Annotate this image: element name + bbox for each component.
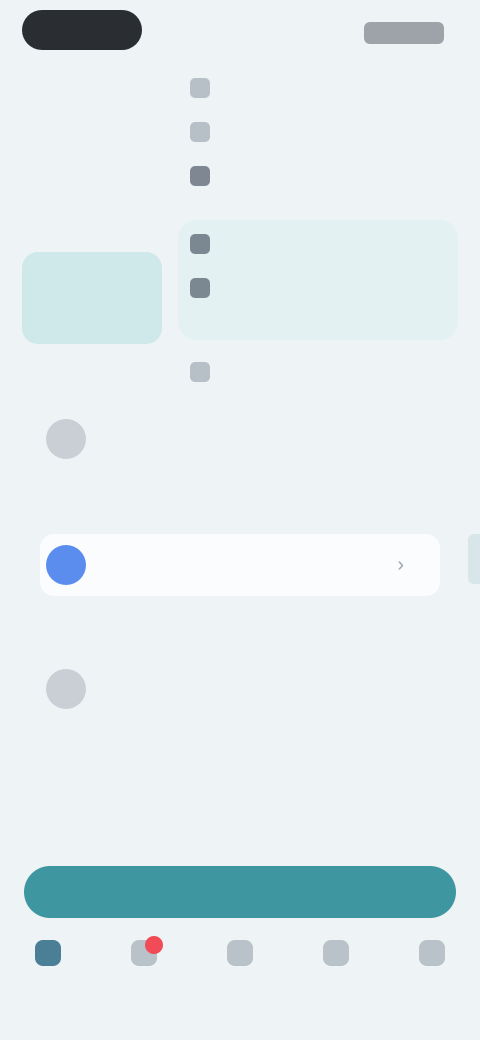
menu-item-5[interactable] [190, 278, 220, 298]
menu-item-6[interactable] [190, 362, 220, 382]
hero-panel [178, 220, 458, 340]
tab-notifications[interactable] [109, 936, 179, 972]
list-item[interactable] [40, 408, 440, 470]
menu-item-4[interactable] [190, 234, 220, 254]
status-pill [22, 10, 142, 50]
avatar [46, 545, 86, 585]
avatar [46, 669, 86, 709]
profile-icon [419, 940, 445, 966]
status-indicators [364, 22, 444, 44]
list-icon [190, 166, 210, 186]
refresh-icon [190, 122, 210, 142]
menu-item-3[interactable] [190, 166, 220, 186]
plus-icon [190, 362, 210, 382]
search-icon [323, 940, 349, 966]
document-icon [190, 278, 210, 298]
avatar [46, 419, 86, 459]
chat-icon [227, 940, 253, 966]
list-item[interactable] [40, 658, 440, 720]
tab-search[interactable] [301, 940, 371, 972]
tab-bar [0, 936, 480, 1010]
chevron-right-icon: › [397, 553, 404, 576]
tab-chat[interactable] [205, 940, 275, 972]
menu-item-1[interactable] [190, 78, 220, 98]
clock-icon [190, 78, 210, 98]
menu-item-2[interactable] [190, 122, 220, 142]
tab-profile[interactable] [397, 940, 467, 972]
popup-menu [190, 78, 220, 382]
list-item-selected[interactable]: › [40, 534, 440, 596]
home-icon [35, 940, 61, 966]
notification-badge [145, 936, 163, 954]
hero-card[interactable] [22, 252, 162, 344]
tab-home[interactable] [13, 940, 83, 972]
grid-icon [190, 234, 210, 254]
side-edge [468, 534, 480, 584]
primary-cta-button[interactable] [24, 866, 456, 918]
